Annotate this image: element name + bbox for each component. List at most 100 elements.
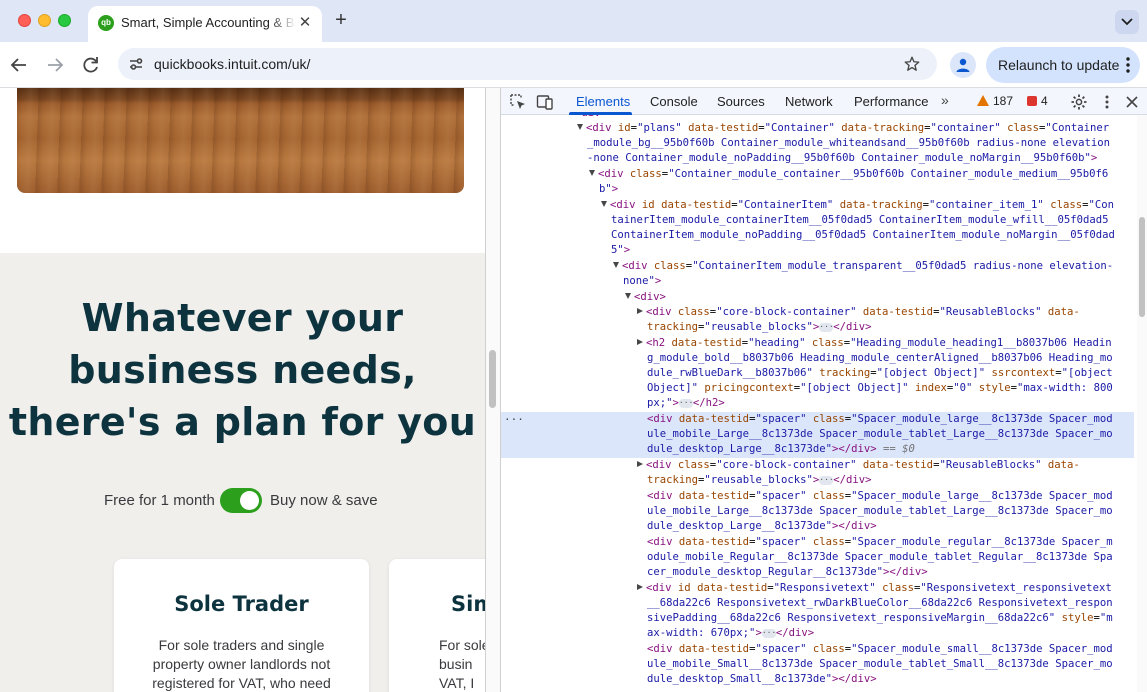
plan-card-simple-start[interactable]: Sim For sole busin VAT, I [389, 559, 485, 692]
warnings-counter[interactable]: 187 [977, 94, 1013, 108]
dom-node: dule_desktop_Large__8c1373de"></div> [647, 520, 877, 532]
plan-card-description: For sole busin VAT, I [439, 637, 485, 691]
warning-icon [977, 95, 989, 106]
wooden-desk-image [17, 88, 464, 193]
dom-node: dule_rwBlueDark__b8037b06" tracking="[ob… [647, 367, 1113, 379]
more-tabs-chevron-icon[interactable]: » [941, 92, 949, 108]
devtools-scrollbar[interactable] [1137, 115, 1147, 692]
dom-node: 5"> [611, 244, 631, 256]
dom-node[interactable]: <h2 data-testid="heading" class="Heading… [637, 336, 1112, 351]
dom-node: ule_mobile_Small__8c1373de Spacer_module… [647, 658, 1113, 670]
tab-elements[interactable]: Elements [576, 94, 630, 109]
dom-node[interactable]: <div class="ContainerItem_module_transpa… [613, 259, 1113, 274]
tab-network[interactable]: Network [785, 94, 833, 109]
plan-card-title: Sole Trader [174, 592, 309, 616]
page-scrollbar-thumb[interactable] [489, 350, 496, 408]
inspect-element-icon[interactable] [509, 93, 527, 111]
heading-line-3: there's a plan for you [8, 400, 477, 444]
relaunch-label: Relaunch to update [998, 57, 1120, 73]
page-scrollbar[interactable] [485, 88, 500, 692]
bookmark-star-icon[interactable] [903, 55, 921, 73]
browser-toolbar: quickbooks.intuit.com/uk/ Relaunch to up… [0, 42, 1147, 88]
toggle-label-free[interactable]: Free for 1 month [104, 492, 215, 509]
toggle-label-buy[interactable]: Buy now & save [270, 492, 378, 509]
tab-performance[interactable]: Performance [854, 94, 928, 109]
relaunch-to-update-button[interactable]: Relaunch to update [986, 47, 1140, 83]
device-toolbar-icon[interactable] [536, 93, 554, 111]
settings-gear-icon[interactable] [1070, 93, 1088, 111]
dom-node[interactable]: <div data-testid="spacer" class="Spacer_… [647, 642, 1113, 657]
dom-node[interactable]: <div> [625, 290, 666, 305]
close-devtools-icon[interactable] [1123, 93, 1141, 111]
window-minimize-button[interactable] [38, 14, 51, 27]
dom-node: Object]" pricingcontext="[object Object]… [647, 382, 1113, 394]
heading-line-1: Whatever your [81, 296, 404, 340]
elements-dom-tree[interactable]: <div> <div id="plans" data-testid="Conta… [501, 115, 1134, 692]
devtools-scrollbar-thumb[interactable] [1139, 217, 1145, 317]
url-text[interactable]: quickbooks.intuit.com/uk/ [154, 56, 310, 72]
tab-close-icon[interactable]: ✕ [296, 14, 314, 32]
reload-icon [83, 57, 98, 73]
dom-node: _module_bg__95b0f60b Container_module_wh… [587, 137, 1110, 149]
devtools-panel: Elements Console Sources Network Perform… [500, 88, 1147, 692]
plans-heading: Whatever your business needs, there's a … [0, 292, 485, 448]
dom-node[interactable]: <div id data-testid="Responsivetext" cla… [637, 581, 1112, 596]
site-settings-icon[interactable] [126, 54, 146, 74]
selected-node-marker: == $0 [883, 443, 915, 455]
warning-count: 187 [993, 94, 1014, 108]
dom-node: tainerItem_module_containerItem__05f0dad… [611, 214, 1109, 226]
plan-card-sole-trader[interactable]: Sole Trader For sole traders and single … [114, 559, 369, 692]
dom-node: ule_mobile_Large__8c1373de Spacer_module… [647, 505, 1113, 517]
dom-node: tracking="reusable_blocks">···</div> [647, 321, 872, 333]
dom-node: none"> [623, 275, 662, 287]
dom-node: cer_module_desktop_Regular__8c1373de"></… [647, 566, 928, 578]
dom-node: odule_mobile_Regular__8c1373de Spacer_mo… [647, 551, 1113, 563]
tab-title: Smart, Simple Accounting & Bookkeeping [121, 15, 296, 30]
errors-counter[interactable]: 4 [1027, 94, 1048, 108]
dom-node: dule_desktop_Small__8c1373de"></div> [647, 673, 877, 685]
dom-node: __68da22c6 Responsivetext_rwDarkBlueColo… [647, 597, 1113, 609]
tab-strip: qb Smart, Simple Accounting & Bookkeepin… [0, 0, 1147, 42]
window-close-button[interactable] [18, 14, 31, 27]
reload-button[interactable] [79, 53, 103, 77]
dom-node[interactable]: <div class="core-block-container" data-t… [637, 305, 1080, 320]
heading-line-2: business needs, [68, 348, 417, 392]
arrow-right-icon [48, 58, 64, 72]
window-maximize-button[interactable] [58, 14, 71, 27]
error-icon [1027, 96, 1037, 106]
browser-tab[interactable]: qb Smart, Simple Accounting & Bookkeepin… [88, 6, 322, 42]
new-tab-button[interactable]: + [330, 10, 352, 32]
dom-node: b"> [599, 183, 619, 195]
devtools-tab-bar: Elements Console Sources Network Perform… [501, 88, 1147, 115]
dom-node[interactable]: <div data-testid="spacer" class="Spacer_… [647, 535, 1113, 550]
dom-node[interactable]: <div data-testid="spacer" class="Spacer_… [647, 489, 1113, 504]
tab-console[interactable]: Console [650, 94, 698, 109]
dom-node: px;">···</h2> [647, 397, 725, 409]
dom-node[interactable]: <div id data-testid="ContainerItem" data… [601, 198, 1114, 213]
dom-node[interactable]: <div class="core-block-container" data-t… [637, 458, 1080, 473]
arrow-left-icon [10, 58, 26, 72]
dom-node-selected[interactable]: <div data-testid="spacer" class="Spacer_… [647, 412, 1113, 427]
profile-avatar[interactable] [950, 52, 976, 78]
web-page-viewport: Whatever your business needs, there's a … [0, 88, 485, 692]
dom-node[interactable]: <div class="Container_module_container__… [589, 167, 1108, 182]
more-vertical-icon [1126, 57, 1130, 73]
address-bar[interactable]: quickbooks.intuit.com/uk/ [118, 48, 937, 80]
pricing-toggle-row: Free for 1 month Buy now & save [0, 488, 485, 514]
back-button[interactable] [7, 53, 31, 77]
tab-search-button[interactable] [1115, 10, 1139, 34]
quickbooks-favicon-icon: qb [98, 15, 114, 31]
toggle-knob [240, 491, 259, 510]
more-actions-icon[interactable]: ··· [504, 412, 524, 427]
plan-card-description: For sole traders and single property own… [152, 637, 331, 691]
browser-window: qb Smart, Simple Accounting & Bookkeepin… [0, 0, 1147, 692]
dom-node: -none Container_module_noPadding__95b0f6… [587, 152, 1098, 164]
dom-node: tracking="reusable_blocks">···</div> [647, 474, 872, 486]
tab-sources[interactable]: Sources [717, 94, 765, 109]
devtools-menu-icon[interactable] [1098, 93, 1116, 111]
forward-button[interactable] [43, 53, 67, 77]
pricing-toggle-switch[interactable] [220, 488, 262, 513]
chevron-down-icon [1121, 18, 1133, 26]
dom-node: ule_mobile_Large__8c1373de Spacer_module… [647, 428, 1113, 440]
dom-node[interactable]: <div id="plans" data-testid="Container" … [577, 121, 1109, 136]
